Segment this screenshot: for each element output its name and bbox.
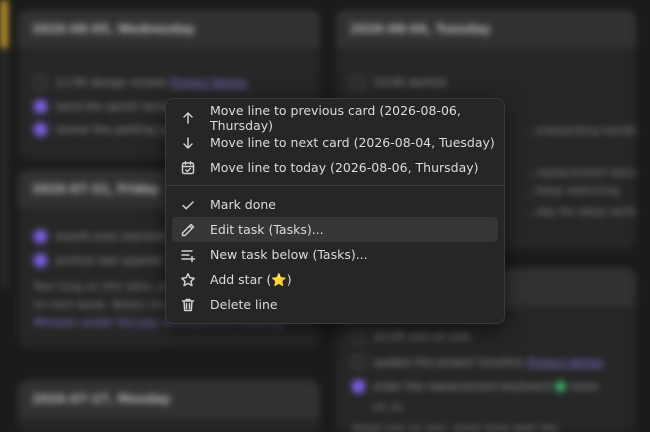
task-text: 10:00 one on one (373, 330, 470, 343)
task-item[interactable]: archive last quarter (34, 254, 163, 267)
task-text: order the replacement keyboard (373, 380, 552, 393)
calendar-check-icon (180, 160, 196, 176)
card-date-header: 2026-07-27, Monday (18, 380, 320, 418)
task-item[interactable]: 10:00 one on one (352, 330, 470, 343)
trash-icon (180, 297, 196, 313)
note-text: ...keep switching (526, 184, 619, 197)
note-text: Good one on one, more time with the (352, 422, 559, 432)
menu-item-new-task-below[interactable]: New task below (Tasks)... (172, 242, 498, 267)
check-icon (180, 197, 196, 213)
task-item[interactable]: month-end checklist (34, 230, 167, 243)
menu-item-mark-done[interactable]: Mark done (172, 192, 498, 217)
star-icon (180, 272, 196, 288)
menu-item-label: Mark done (210, 197, 276, 212)
project-link[interactable]: Project Vertex (171, 76, 248, 89)
menu-item-move-next[interactable]: Move line to next card (2026-08-04, Tues… (172, 130, 498, 155)
note-text: ...onboarding handbook (526, 124, 636, 137)
left-card-edge (0, 48, 8, 288)
task-text: 14:00 dentist (373, 76, 447, 89)
task-suffix: more (570, 380, 599, 393)
card-date-header: 2026-08-05, Wednesday (18, 10, 320, 48)
task-checkbox[interactable] (34, 100, 47, 113)
task-checkbox[interactable] (34, 76, 47, 89)
task-text: 11:00 design review (55, 76, 167, 89)
menu-item-move-today[interactable]: Move line to today (2026-08-06, Thursday… (172, 155, 498, 180)
task-text: month-end checklist (55, 230, 168, 243)
today-accent-strip (0, 0, 8, 48)
day-card-2026-07-27[interactable]: 2026-07-27, Monday (18, 380, 320, 432)
task-item[interactable]: update the project timeline Project Vert… (352, 356, 604, 369)
task-text: send the sprint recap (55, 100, 173, 113)
menu-item-label: Move line to today (2026-08-06, Thursday… (210, 160, 479, 175)
status-dot-icon (555, 381, 567, 392)
note-text: ...day for deep work (526, 205, 636, 218)
menu-item-label: Add star (⭐) (210, 271, 292, 287)
note-text: on us (373, 400, 403, 413)
context-menu: Move line to previous card (2026-08-06, … (165, 98, 505, 324)
note-text: ...replacement twice (526, 166, 636, 179)
menu-separator (166, 185, 504, 186)
task-checkbox[interactable] (34, 123, 47, 136)
menu-item-label: New task below (Tasks)... (210, 247, 368, 262)
menu-item-label: Delete line (210, 297, 278, 312)
pencil-icon (180, 222, 196, 238)
menu-item-add-star[interactable]: Add star (⭐) (172, 267, 498, 292)
arrow-down-icon (180, 135, 196, 151)
menu-item-move-previous[interactable]: Move line to previous card (2026-08-06, … (172, 102, 498, 133)
task-checkbox[interactable] (352, 380, 365, 393)
task-item[interactable]: send the sprint recap (34, 100, 172, 113)
task-checkbox[interactable] (352, 356, 365, 369)
task-checkbox[interactable] (352, 330, 365, 343)
project-link[interactable]: Project Vertex (527, 356, 604, 369)
menu-item-edit-task[interactable]: Edit task (Tasks)... (172, 217, 498, 242)
task-checkbox[interactable] (34, 230, 47, 243)
list-plus-icon (180, 247, 196, 263)
task-item[interactable]: 14:00 dentist (352, 76, 446, 89)
task-item[interactable]: order the replacement keyboard more (352, 380, 599, 393)
arrow-up-icon (180, 110, 196, 126)
task-checkbox[interactable] (34, 254, 47, 267)
menu-item-delete-line[interactable]: Delete line (172, 292, 498, 317)
menu-item-label: Move line to next card (2026-08-04, Tues… (210, 135, 495, 150)
card-date-header: 2026-08-04, Tuesday (336, 10, 636, 48)
menu-item-label: Edit task (Tasks)... (210, 222, 324, 237)
menu-item-label: Move line to previous card (2026-08-06, … (210, 102, 461, 133)
task-checkbox[interactable] (352, 76, 365, 89)
task-item[interactable]: 11:00 design review Project Vertex (34, 76, 247, 89)
task-text: archive last quarter (55, 254, 164, 267)
task-text: update the project timeline (373, 356, 524, 369)
